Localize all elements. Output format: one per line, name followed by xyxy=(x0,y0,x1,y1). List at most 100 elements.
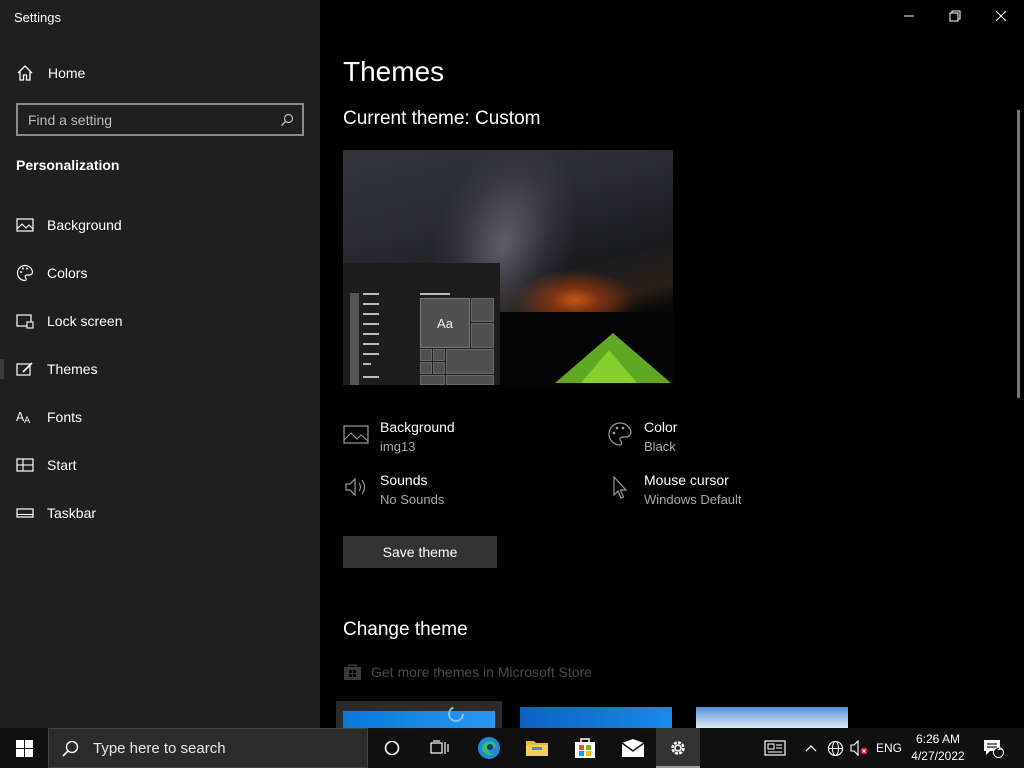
store-bag-icon xyxy=(575,738,595,758)
theme-thumbnail-windows-blue[interactable] xyxy=(520,707,672,728)
sidebar-item-fonts[interactable]: AA Fonts xyxy=(0,397,320,437)
input-language-indicator[interactable]: ENG xyxy=(876,728,902,768)
sidebar-item-start[interactable]: Start xyxy=(0,445,320,485)
window-title: Settings xyxy=(14,10,61,25)
theme-background-setting[interactable]: Background img13 xyxy=(343,419,455,454)
preview-tile xyxy=(433,349,445,361)
start-mock-line xyxy=(363,333,379,335)
restore-button[interactable] xyxy=(932,0,978,32)
theme-mouse-cursor-setting[interactable]: Mouse cursor Windows Default xyxy=(607,472,742,507)
volume-button[interactable] xyxy=(848,728,870,768)
sidebar-item-label: Background xyxy=(47,217,122,233)
close-button[interactable] xyxy=(978,0,1024,32)
news-widget-button[interactable] xyxy=(760,728,790,768)
network-button[interactable] xyxy=(824,728,846,768)
start-mock-top-line xyxy=(420,293,450,295)
settings-taskbar-button[interactable] xyxy=(656,728,700,768)
home-nav-item[interactable]: Home xyxy=(16,62,85,84)
color-value: Black xyxy=(644,439,676,454)
cortana-icon xyxy=(384,740,400,756)
minimize-icon xyxy=(904,15,914,17)
clock[interactable]: 6:26 AM 4/27/2022 xyxy=(906,731,970,765)
palette-icon xyxy=(607,421,633,447)
theme-color-setting[interactable]: Color Black xyxy=(607,419,677,454)
start-mock-column xyxy=(350,293,359,385)
search-icon[interactable] xyxy=(272,113,302,127)
mouse-cursor-label: Mouse cursor xyxy=(644,472,729,488)
sidebar-item-colors[interactable]: Colors xyxy=(0,253,320,293)
file-explorer-button[interactable] xyxy=(514,728,560,768)
save-theme-button[interactable]: Save theme xyxy=(343,536,497,568)
home-label: Home xyxy=(48,65,86,81)
edge-taskbar-button[interactable] xyxy=(466,728,512,768)
cursor-icon xyxy=(607,474,633,500)
sidebar-item-label: Taskbar xyxy=(47,505,97,521)
theme-thumbnail-selected-frame[interactable] xyxy=(336,701,502,728)
volume-muted-icon xyxy=(850,740,868,756)
start-icon xyxy=(16,456,34,474)
brush-icon xyxy=(16,360,34,378)
cortana-button[interactable] xyxy=(370,728,414,768)
mouse-cursor-value: Windows Default xyxy=(644,492,742,507)
news-icon xyxy=(764,740,786,756)
section-title-personalization: Personalization xyxy=(16,157,120,173)
store-link-label: Get more themes in Microsoft Store xyxy=(371,663,592,680)
sidebar-item-taskbar[interactable]: Taskbar xyxy=(0,493,320,533)
theme-preview: Aa xyxy=(343,150,673,385)
sidebar-item-label: Start xyxy=(47,457,77,473)
microsoft-store-button[interactable] xyxy=(562,728,608,768)
picture-icon xyxy=(343,421,369,447)
taskbar-icon xyxy=(16,504,34,522)
start-mock-line xyxy=(363,303,379,305)
gear-icon xyxy=(671,741,685,755)
mail-button[interactable] xyxy=(610,728,656,768)
preview-tile xyxy=(420,362,432,374)
search-icon xyxy=(62,740,79,757)
color-label: Color xyxy=(644,419,678,435)
find-setting-box[interactable] xyxy=(16,103,304,136)
folder-icon xyxy=(526,741,548,756)
background-label: Background xyxy=(380,419,455,435)
change-theme-heading: Change theme xyxy=(343,619,468,640)
clock-date: 4/27/2022 xyxy=(911,749,965,763)
find-setting-input[interactable] xyxy=(18,111,272,128)
svg-text:A: A xyxy=(24,416,31,425)
minimize-button[interactable] xyxy=(886,0,932,32)
picture-icon xyxy=(16,216,34,234)
notification-count: 1 xyxy=(997,742,1003,752)
clock-time: 6:26 AM xyxy=(915,732,961,746)
start-mock-line xyxy=(363,353,379,355)
edge-browser-icon xyxy=(478,737,500,759)
windows-logo-icon xyxy=(15,739,33,757)
preview-tile-aa: Aa xyxy=(420,298,470,348)
taskbar: Type here to search ENG 6:26 AM 4/27/202… xyxy=(0,728,1024,768)
home-icon xyxy=(17,65,33,81)
preview-tile xyxy=(433,362,445,374)
mail-icon xyxy=(621,739,645,757)
sounds-value: No Sounds xyxy=(380,492,445,507)
sidebar-item-themes[interactable]: Themes xyxy=(0,349,320,389)
action-center-button[interactable]: 1 xyxy=(978,728,1008,768)
chevron-up-icon xyxy=(805,745,817,752)
taskbar-search-placeholder: Type here to search xyxy=(93,739,226,757)
start-mock-line xyxy=(363,363,371,365)
store-link[interactable]: Get more themes in Microsoft Store xyxy=(343,662,592,681)
sidebar-item-lock-screen[interactable]: Lock screen xyxy=(0,301,320,341)
sidebar-item-label: Lock screen xyxy=(47,313,123,329)
start-mock-line xyxy=(363,323,379,325)
taskbar-search-box[interactable]: Type here to search xyxy=(48,728,368,768)
scrollbar-thumb[interactable] xyxy=(1017,110,1020,398)
show-hidden-icons-button[interactable] xyxy=(800,728,822,768)
preview-tile xyxy=(471,298,494,322)
restore-icon xyxy=(949,10,961,22)
sidebar-item-background[interactable]: Background xyxy=(0,205,320,245)
start-mock-line xyxy=(363,313,379,315)
start-button[interactable] xyxy=(0,728,48,768)
theme-thumbnail-sky[interactable] xyxy=(696,707,848,728)
theme-sounds-setting[interactable]: Sounds No Sounds xyxy=(343,472,444,507)
loading-spinner-icon xyxy=(448,706,464,722)
task-view-icon xyxy=(430,740,449,754)
lock-screen-icon xyxy=(16,312,34,330)
tent-highlight xyxy=(581,350,637,383)
task-view-button[interactable] xyxy=(418,728,462,768)
